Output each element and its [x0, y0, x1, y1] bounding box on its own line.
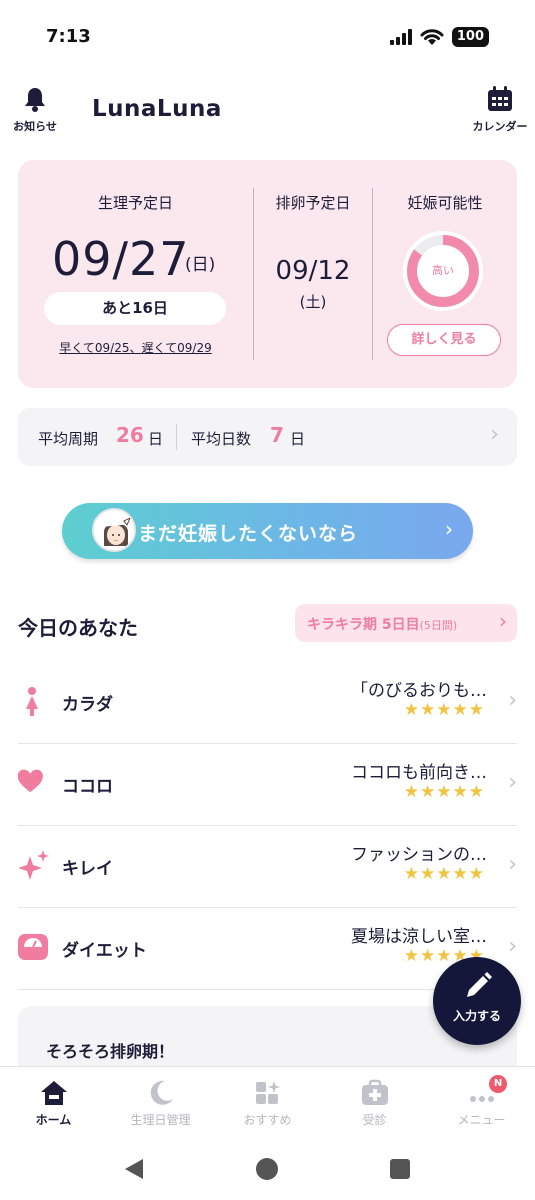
fab-label: 入力する — [452, 1009, 501, 1023]
fertility-label: 妊娠可能性 — [407, 194, 483, 212]
heart-icon — [18, 769, 43, 793]
woman-icon — [26, 687, 38, 716]
row-label: ココロ — [62, 777, 113, 797]
recents-icon[interactable] — [389, 1158, 411, 1180]
phase-name: キラキラ期 5日目 — [307, 617, 420, 633]
medical-kit-icon — [362, 1079, 388, 1105]
moon-icon — [150, 1080, 173, 1105]
avg-cycle-label: 平均周期 — [38, 430, 99, 448]
ovulation-weekday: (土) — [299, 293, 327, 311]
bottom-navigation: ホーム 生理日管理 おすすめ 受診 N メニュー — [0, 1066, 535, 1138]
input-fab-button[interactable]: 入力する — [433, 957, 521, 1045]
row-summary: ファッションの… — [351, 845, 487, 865]
notifications-label: お知らせ — [13, 120, 57, 133]
period-label: 生理予定日 — [97, 194, 173, 212]
phase-text: キラキラ期 5日目(5日間) — [307, 614, 457, 634]
character-avatar — [92, 508, 136, 552]
signal-icon — [389, 29, 412, 45]
period-date: 09/27 — [52, 232, 190, 286]
scale-icon — [18, 934, 48, 960]
rating-stars: ★★★★★ — [403, 700, 485, 720]
rating-stars: ★★★★★ — [403, 864, 485, 884]
chevron-right-icon: › — [508, 770, 517, 795]
home-icon — [41, 1081, 67, 1105]
cycle-phase-button[interactable]: キラキラ期 5日目(5日間) › — [295, 604, 517, 642]
fertility-detail-button[interactable]: 詳しく見る — [387, 324, 501, 356]
average-cycle-card[interactable]: 平均周期 26 日 平均日数 7 日 › — [18, 408, 517, 466]
chevron-right-icon: › — [508, 934, 517, 959]
notification-badge: N — [489, 1075, 507, 1093]
wifi-icon — [420, 29, 444, 45]
nav-home[interactable]: ホーム — [0, 1067, 107, 1139]
nav-label: ホーム — [35, 1113, 72, 1127]
avg-duration-unit: 日 — [290, 430, 306, 448]
period-countdown: あと16日 — [44, 292, 226, 325]
phase-length: (5日間) — [419, 619, 458, 632]
app-logo: LunaLuna — [92, 96, 222, 122]
nav-label: おすすめ — [243, 1113, 292, 1127]
section-title: 今日のあなた — [18, 616, 138, 640]
notifications-button[interactable]: お知らせ — [0, 86, 75, 134]
period-weekday: (日) — [185, 255, 216, 275]
nav-consultation[interactable]: 受診 — [321, 1067, 428, 1139]
pencil-icon — [467, 972, 492, 997]
bell-icon — [25, 88, 45, 112]
nav-label: 受診 — [362, 1113, 387, 1127]
cycle-summary-card[interactable]: 生理予定日 09/27 (日) あと16日 早くて09/25、遅くて09/29 … — [18, 160, 517, 388]
status-icons: 100 — [389, 27, 489, 47]
row-summary: 夏場は涼しい室… — [351, 927, 487, 947]
calendar-label: カレンダー — [472, 120, 528, 133]
rating-stars: ★★★★★ — [403, 782, 485, 802]
nav-label: メニュー — [457, 1113, 506, 1127]
battery-indicator: 100 — [451, 27, 489, 47]
chevron-right-icon: › — [508, 852, 517, 877]
nav-recommended[interactable]: おすすめ — [214, 1067, 321, 1139]
nav-period-management[interactable]: 生理日管理 — [107, 1067, 214, 1139]
character-illustration-icon — [94, 510, 134, 550]
avg-cycle-value: 26 — [116, 423, 144, 447]
status-bar: 7:13 100 — [0, 0, 535, 75]
ovulation-date: 09/12 — [275, 256, 351, 286]
row-summary: 「のびるおりも… — [351, 681, 487, 701]
system-navigation-bar — [0, 1138, 535, 1200]
divider — [176, 424, 177, 450]
nav-label: 生理日管理 — [130, 1113, 191, 1127]
banner-text: まだ妊娠したくないなら — [138, 523, 359, 545]
chevron-right-icon: › — [499, 609, 507, 633]
sparkle-icon — [18, 850, 49, 880]
back-icon[interactable] — [123, 1157, 145, 1181]
row-label: カラダ — [62, 695, 113, 715]
period-range-link[interactable]: 早くて09/25、遅くて09/29 — [18, 339, 253, 356]
ovulation-label: 排卵予定日 — [275, 194, 351, 212]
row-summary: ココロも前向き… — [351, 763, 487, 783]
nav-menu[interactable]: N メニュー — [428, 1067, 535, 1139]
avg-duration-value: 7 — [270, 423, 284, 447]
grid-sparkle-icon — [256, 1081, 280, 1104]
row-label: キレイ — [62, 859, 113, 879]
row-label: ダイエット — [62, 941, 147, 961]
app-header: お知らせ LunaLuna カレンダー — [0, 80, 535, 140]
contraception-banner[interactable]: まだ妊娠したくないなら › — [62, 503, 473, 559]
divider — [372, 188, 373, 360]
status-time: 7:13 — [46, 26, 91, 47]
chevron-right-icon: › — [490, 422, 499, 447]
calendar-icon — [488, 86, 512, 111]
list-item-beauty[interactable]: キレイ ファッションの… ★★★★★ › — [18, 826, 517, 908]
calendar-button[interactable]: カレンダー — [460, 86, 535, 134]
teaser-title: そろそろ排卵期！ — [46, 1042, 175, 1061]
chevron-right-icon: › — [508, 688, 517, 713]
fertility-level: 高い — [432, 264, 454, 277]
avg-duration-label: 平均日数 — [191, 430, 252, 448]
list-item-mind[interactable]: ココロ ココロも前向き… ★★★★★ › — [18, 744, 517, 826]
avg-cycle-unit: 日 — [148, 430, 164, 448]
chevron-right-icon: › — [445, 517, 453, 541]
list-item-body[interactable]: カラダ 「のびるおりも… ★★★★★ › — [18, 662, 517, 744]
home-circle-icon[interactable] — [255, 1157, 279, 1181]
